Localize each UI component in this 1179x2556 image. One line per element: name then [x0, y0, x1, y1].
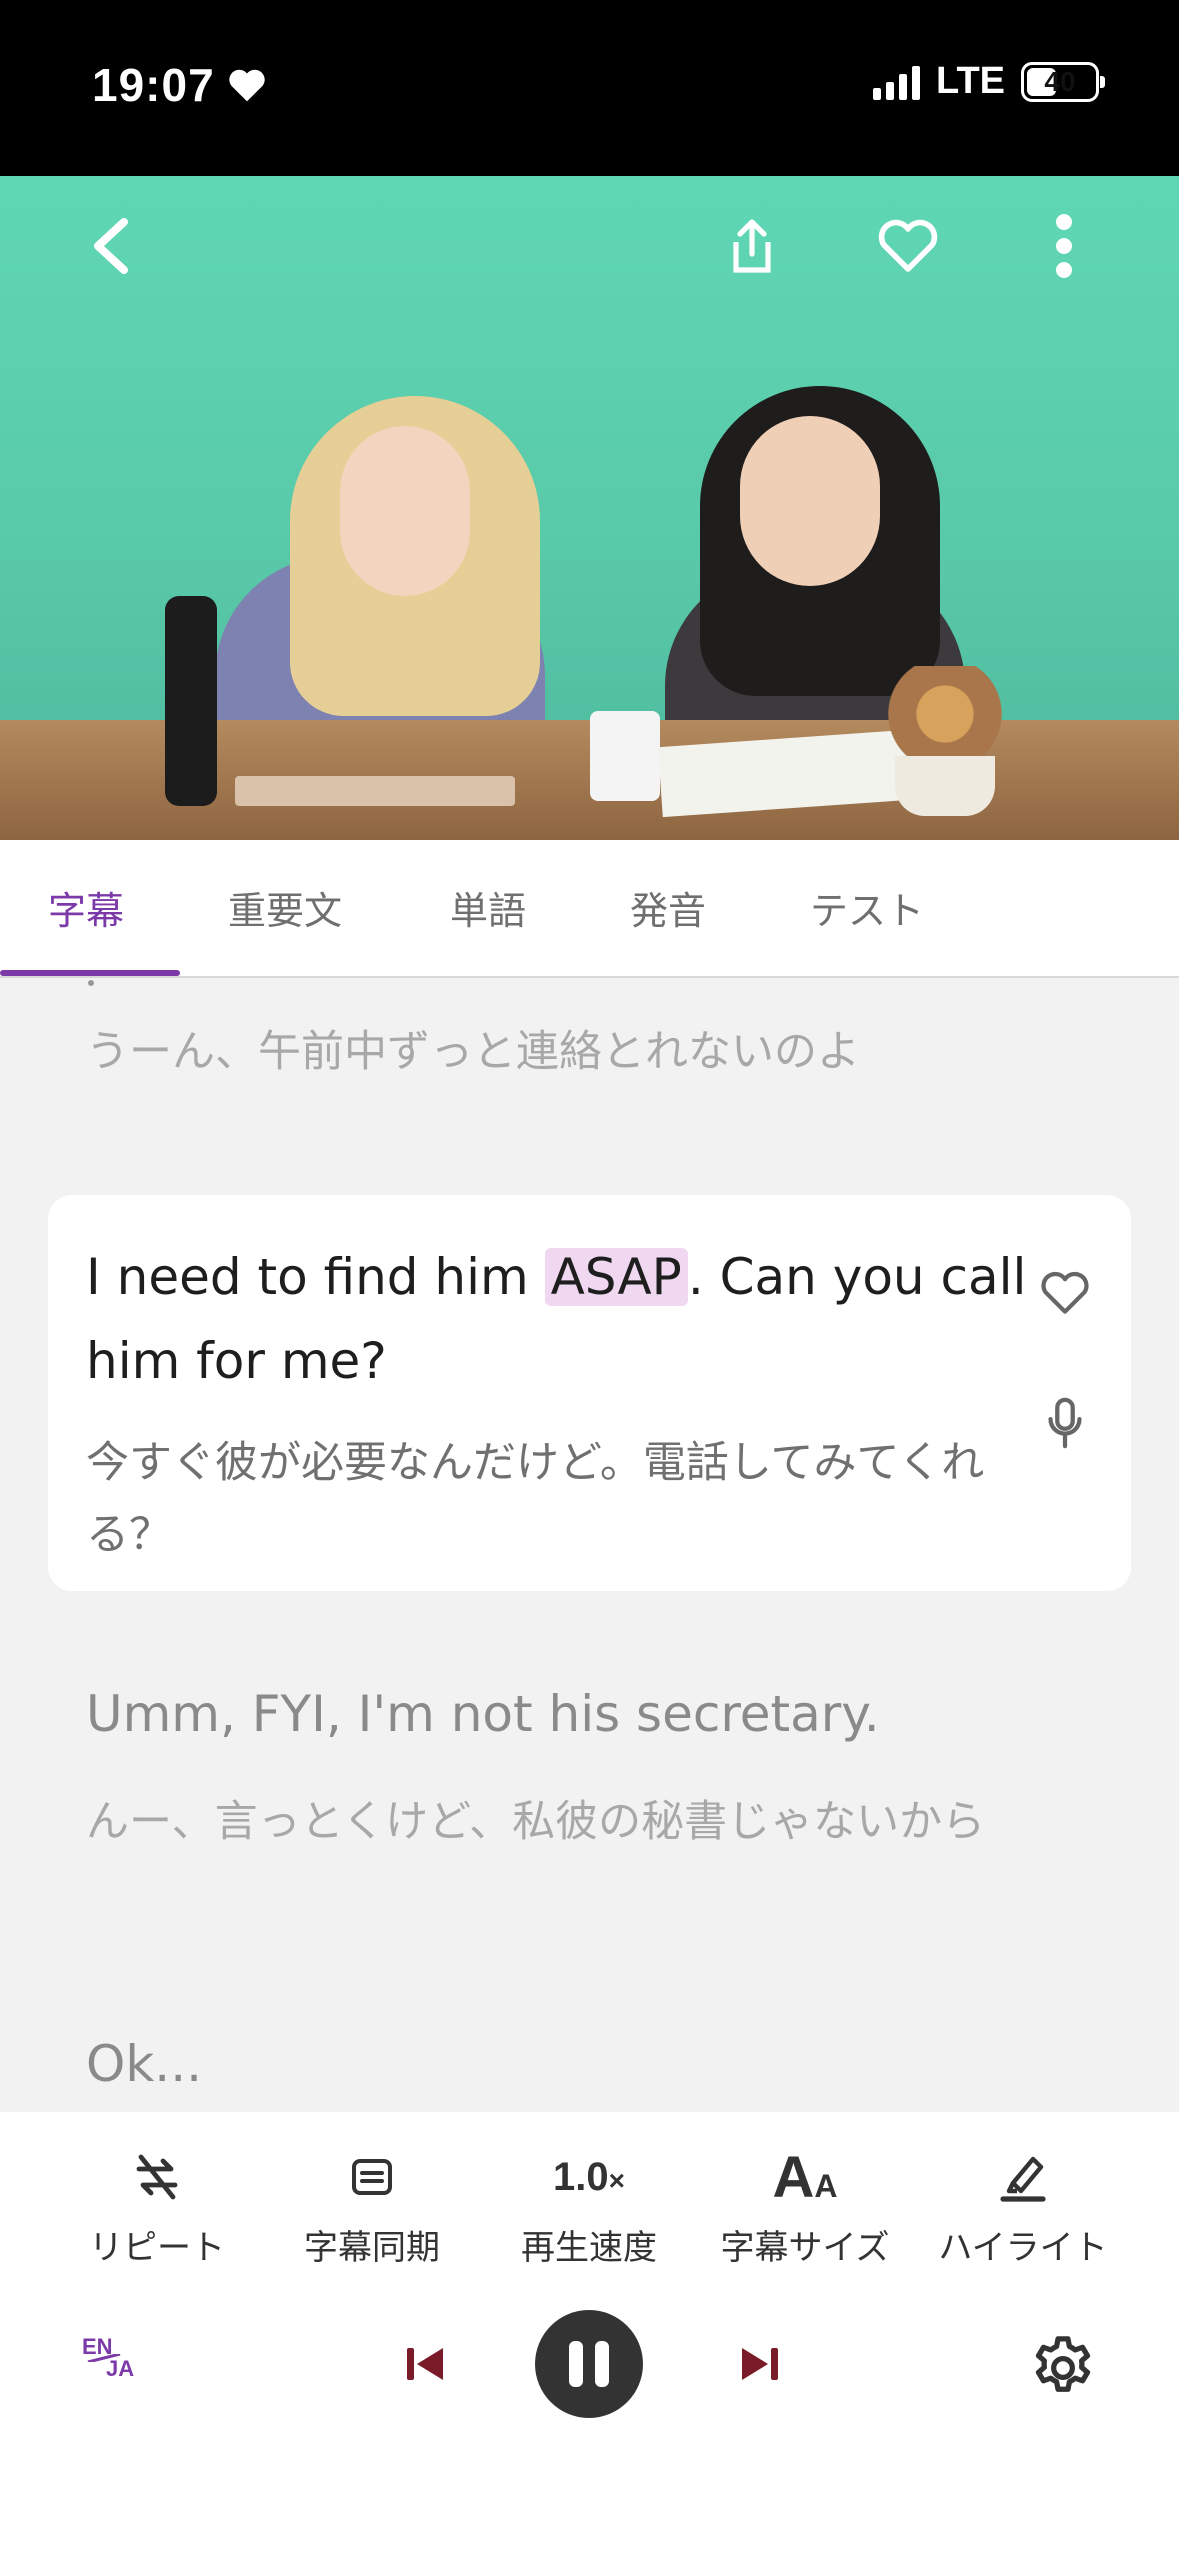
- next-subtitle-ja[interactable]: んー、言っとくけど、私彼の秘書じゃないから: [86, 1786, 1016, 1858]
- subtitle-list[interactable]: うーん、午前中ずっと連絡とれないのよ I need to find him AS…: [0, 978, 1179, 2112]
- playback-speed-button[interactable]: 1.0× 再生速度: [484, 2142, 694, 2269]
- current-subtitle-en: I need to find him ASAP. Can you call hi…: [86, 1248, 1027, 1390]
- heart-icon: [228, 69, 265, 102]
- status-time: 19:07: [92, 59, 215, 111]
- record-pronunciation-button[interactable]: [1035, 1393, 1095, 1453]
- share-button[interactable]: [712, 206, 792, 286]
- highlighted-word[interactable]: ASAP: [544, 1248, 688, 1306]
- settings-button[interactable]: [1025, 2330, 1101, 2406]
- pause-icon: [569, 2341, 583, 2387]
- tab-bar: 字幕 重要文 単語 発音 テスト: [0, 840, 1179, 978]
- next-subtitle-button[interactable]: [730, 2334, 790, 2394]
- current-subtitle-ja: 今すぐ彼が必要なんだけど。電話してみてくれる？: [86, 1438, 985, 1560]
- heart-outline-icon: [878, 219, 938, 272]
- subtitle-size-button[interactable]: AA 字幕サイズ: [700, 2142, 910, 2269]
- following-subtitle-en[interactable]: Ok...: [86, 2028, 202, 2100]
- favorite-sentence-button[interactable]: [1035, 1263, 1095, 1323]
- favorite-button[interactable]: [868, 206, 948, 286]
- active-tab-indicator: [0, 970, 180, 976]
- previous-subtitle-ja[interactable]: うーん、午前中ずっと連絡とれないのよ: [86, 1016, 860, 1088]
- chevron-left-icon: [94, 218, 128, 274]
- subtitle-sync-button[interactable]: 字幕同期: [267, 2142, 477, 2269]
- highlighter-icon: [1000, 2156, 1046, 2202]
- previous-subtitle-button[interactable]: [395, 2334, 455, 2394]
- video-player[interactable]: [0, 176, 1179, 840]
- skip-previous-icon: [407, 2348, 443, 2380]
- signal-icon: [873, 64, 921, 100]
- pause-button[interactable]: [535, 2310, 643, 2418]
- tab-subtitles[interactable]: 字幕: [48, 880, 124, 935]
- subtitle-sync-icon: [352, 2159, 392, 2195]
- battery-level: 40: [1044, 65, 1076, 97]
- tab-test[interactable]: テスト: [810, 880, 924, 935]
- heart-outline-icon: [1041, 1271, 1089, 1314]
- tab-key-sentences[interactable]: 重要文: [228, 880, 342, 935]
- repeat-button[interactable]: リピート: [52, 2142, 262, 2269]
- repeat-off-icon: [136, 2154, 178, 2200]
- current-subtitle-card[interactable]: I need to find him ASAP. Can you call hi…: [48, 1195, 1131, 1591]
- next-subtitle-en[interactable]: Umm, FYI, I'm not his secretary.: [86, 1678, 880, 1750]
- more-button[interactable]: [1024, 206, 1104, 286]
- tab-pronunciation[interactable]: 発音: [630, 880, 706, 935]
- gear-icon: [1035, 2336, 1091, 2392]
- skip-next-icon: [742, 2348, 778, 2380]
- highlight-button[interactable]: ハイライト: [918, 2142, 1128, 2269]
- status-bar: 19:07 LTE 40: [0, 0, 1179, 176]
- playback-speed-value: 1.0: [553, 2154, 609, 2199]
- battery-icon: 40: [1021, 61, 1105, 102]
- more-vertical-icon: [1056, 214, 1072, 278]
- tab-vocabulary[interactable]: 単語: [450, 880, 526, 935]
- back-button[interactable]: [70, 206, 150, 286]
- share-icon: [733, 219, 771, 273]
- network-type: LTE: [936, 60, 1005, 102]
- microphone-icon: [1048, 1397, 1082, 1449]
- font-size-icon: AA: [772, 2144, 838, 2210]
- playback-controls: EN JA: [0, 2310, 1179, 2420]
- language-toggle-button[interactable]: EN JA: [82, 2336, 152, 2396]
